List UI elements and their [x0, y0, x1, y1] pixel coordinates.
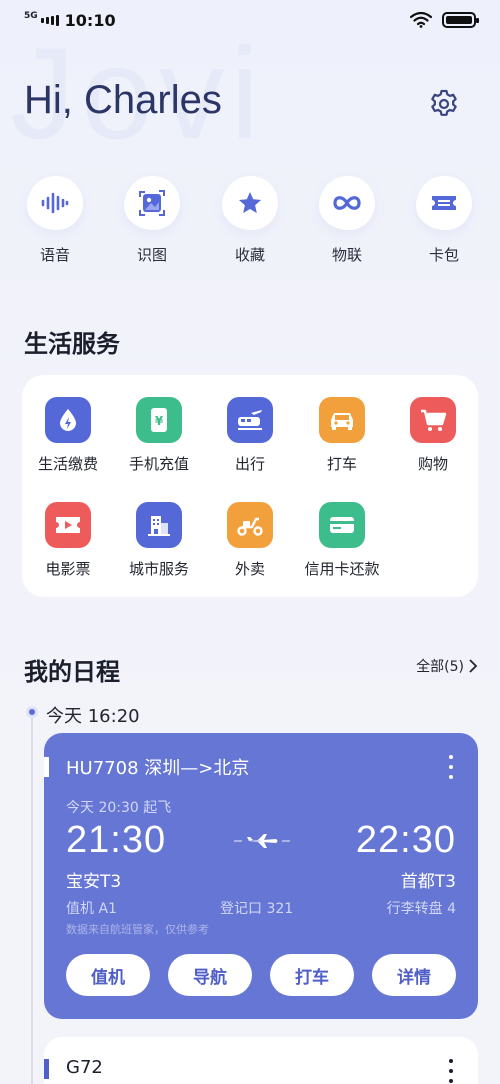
card-marker [44, 757, 49, 777]
view-all-schedule-link[interactable]: 全部(5) [416, 656, 478, 676]
quick-action-label: 识图 [136, 246, 167, 264]
service-label: 购物 [417, 455, 448, 473]
service-travel[interactable]: 出行 [205, 397, 295, 474]
service-food-delivery[interactable]: 外卖 [205, 502, 295, 579]
depart-time: 21:30 [66, 819, 167, 861]
network-type: 5G [24, 11, 38, 21]
infinity-icon [333, 196, 361, 210]
view-all-label: 全部(5) [416, 659, 464, 675]
ticket-icon [432, 196, 456, 210]
boarding-gate: 登记口 321 [220, 901, 294, 917]
voice-wave-icon [41, 192, 69, 214]
timeline-line [31, 713, 33, 1084]
life-services-card: 生活缴费 ¥ 手机充值 出行 打车 购物 电影票 城市服务 外卖 信用卡还款 [22, 375, 478, 597]
checkin-counter: 值机 A1 [66, 901, 117, 917]
depart-note: 今天 20:30 起飞 [66, 800, 172, 816]
signal-icon: 5G [24, 11, 59, 26]
image-scan-icon [139, 190, 165, 216]
status-bar: 5G 10:10 [0, 0, 500, 40]
quick-action-label: 物联 [331, 246, 362, 264]
quick-action-card-wallet[interactable]: 卡包 [409, 176, 479, 265]
flight-card[interactable]: HU7708 深圳—>北京 今天 20:30 起飞 21:30 22:30 宝安… [44, 733, 478, 1019]
service-city[interactable]: 城市服务 [114, 502, 204, 579]
svg-text:¥: ¥ [155, 414, 164, 428]
battery-icon [442, 12, 479, 28]
arrive-time: 22:30 [355, 819, 456, 861]
credit-card-icon [330, 517, 354, 533]
plane-icon [234, 834, 290, 848]
quick-action-favorites[interactable]: 收藏 [215, 176, 285, 265]
service-credit-card[interactable]: 信用卡还款 [297, 502, 387, 579]
service-movie-tickets[interactable]: 电影票 [23, 502, 113, 579]
details-button[interactable]: 详情 [372, 954, 456, 996]
service-mobile-topup[interactable]: ¥ 手机充值 [114, 397, 204, 474]
train-title: G72 [66, 1057, 103, 1078]
cart-icon [421, 409, 447, 431]
service-utilities[interactable]: 生活缴费 [23, 397, 113, 474]
building-icon [148, 516, 170, 536]
timeline-dot [26, 706, 38, 718]
train-card[interactable]: G72 [44, 1037, 478, 1084]
more-options-icon[interactable] [448, 1059, 454, 1083]
service-taxi[interactable]: 打车 [297, 397, 387, 474]
car-icon [331, 413, 353, 430]
quick-action-voice[interactable]: 语音 [20, 176, 90, 265]
schedule-time-label: 今天 16:20 [46, 706, 140, 727]
service-label: 出行 [234, 455, 265, 473]
quick-action-label: 卡包 [428, 246, 459, 264]
baggage-carousel: 行李转盘 4 [386, 901, 456, 917]
water-drop-icon [60, 409, 76, 431]
quick-actions: 语音 识图 收藏 物联 卡包 [0, 176, 500, 276]
data-disclaimer: 数据来自航班管家，仅供参考 [66, 923, 209, 936]
more-options-icon[interactable] [448, 755, 454, 779]
service-shopping[interactable]: 购物 [388, 397, 478, 474]
phone-yen-icon: ¥ [151, 408, 167, 432]
chevron-right-icon [469, 659, 478, 673]
greeting-title: Hi, Charles [24, 78, 222, 122]
service-label: 电影票 [45, 560, 91, 578]
arrive-airport: 首都T3 [400, 872, 456, 892]
service-label: 外卖 [234, 560, 265, 578]
wifi-icon [410, 12, 432, 28]
flight-title: HU7708 深圳—>北京 [66, 758, 250, 779]
service-label: 生活缴费 [37, 455, 98, 473]
life-services-title: 生活服务 [24, 330, 120, 358]
train-plane-icon [238, 410, 262, 430]
service-label: 手机充值 [128, 455, 189, 473]
service-label: 打车 [326, 455, 357, 473]
schedule-title: 我的日程 [24, 658, 120, 686]
settings-gear-icon[interactable] [428, 88, 460, 120]
quick-action-label: 语音 [39, 246, 70, 264]
depart-airport: 宝安T3 [66, 872, 122, 892]
movie-ticket-icon [56, 517, 80, 533]
quick-action-label: 收藏 [234, 246, 265, 264]
service-label: 城市服务 [128, 560, 189, 578]
taxi-button[interactable]: 打车 [270, 954, 354, 996]
service-label: 信用卡还款 [304, 560, 380, 578]
scooter-icon [237, 517, 263, 536]
star-icon [239, 192, 261, 213]
card-marker [44, 1059, 49, 1079]
navigate-button[interactable]: 导航 [168, 954, 252, 996]
quick-action-iot[interactable]: 物联 [312, 176, 382, 265]
checkin-button[interactable]: 值机 [66, 954, 150, 996]
status-time: 10:10 [64, 10, 116, 30]
quick-action-image-recognition[interactable]: 识图 [117, 176, 187, 265]
